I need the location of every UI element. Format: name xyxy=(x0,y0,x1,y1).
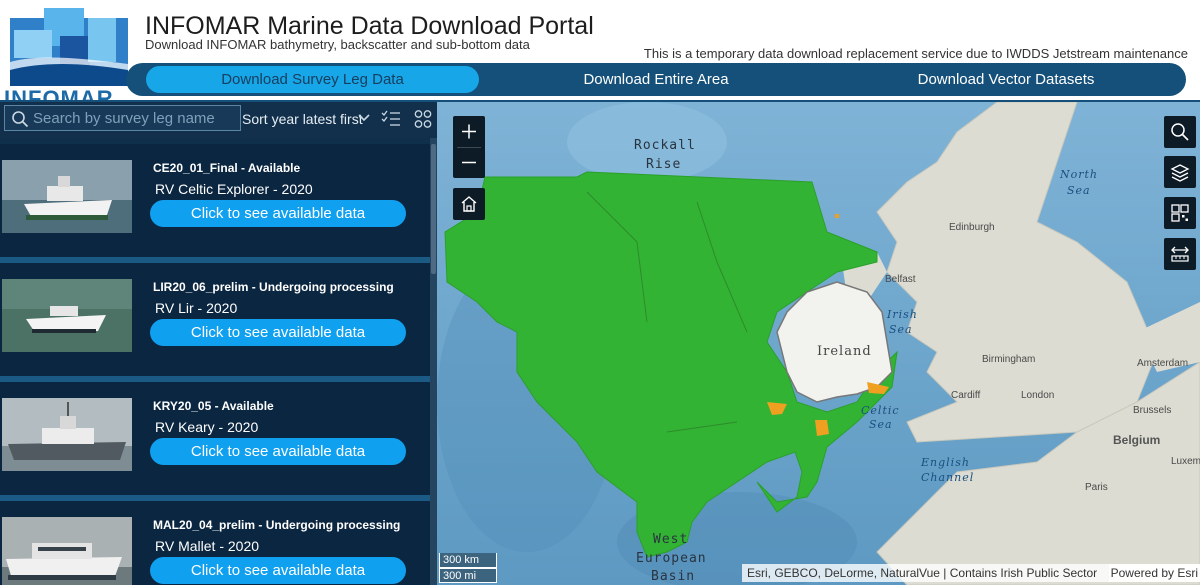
zoom-out-icon[interactable] xyxy=(453,147,485,178)
map-label-west: West xyxy=(653,532,689,547)
header: INFOMAR INFOMAR Marine Data Download Por… xyxy=(0,0,1200,102)
grid-icon[interactable] xyxy=(414,109,432,129)
map-label-paris: Paris xyxy=(1085,482,1108,493)
map-label-basin: Basin xyxy=(651,569,696,584)
maintenance-notice: This is a temporary data download replac… xyxy=(643,46,1188,61)
see-available-data-button[interactable]: Click to see available data xyxy=(150,200,406,227)
vessel-photo xyxy=(2,279,132,352)
search-input[interactable] xyxy=(33,108,238,128)
map-view[interactable]: Rockall Rise North Sea Edinburgh Belfast… xyxy=(437,102,1200,585)
map-search-button[interactable] xyxy=(1164,116,1196,148)
sort-dropdown[interactable]: Sort year latest first xyxy=(242,111,363,127)
vessel-photo xyxy=(2,517,132,585)
list-item: LIR20_06_prelim - Undergoing processing … xyxy=(0,263,430,376)
map-label-european: European xyxy=(636,551,707,566)
map-label-celtic-sea: Sea xyxy=(869,418,893,431)
layers-icon xyxy=(1170,164,1190,182)
survey-leg-panel: Sort year latest first xyxy=(0,102,437,585)
map-label-belfast: Belfast xyxy=(885,274,916,285)
list-item: MAL20_04_prelim - Undergoing processing … xyxy=(0,501,430,585)
survey-leg-title: KRY20_05 - Available xyxy=(153,399,274,413)
list-item: CE20_01_Final - Available RV Celtic Expl… xyxy=(0,144,430,257)
vessel-photo xyxy=(2,160,132,233)
vessel-photo xyxy=(2,398,132,471)
filter-list-icon[interactable] xyxy=(381,110,401,128)
home-icon xyxy=(461,196,477,212)
vessel-year: RV Lir - 2020 xyxy=(155,300,238,316)
tab-download-entire-area[interactable]: Download Entire Area xyxy=(486,66,826,93)
measure-icon xyxy=(1171,246,1189,262)
list-item: KRY20_05 - Available RV Keary - 2020 Cli… xyxy=(0,382,430,495)
map-label-irish-sea: Sea xyxy=(889,323,913,336)
see-available-data-button[interactable]: Click to see available data xyxy=(150,319,406,346)
survey-leg-list: CE20_01_Final - Available RV Celtic Expl… xyxy=(0,138,437,585)
map-label-luxembourg: Luxembo xyxy=(1171,456,1200,467)
map-label-rise: Rise xyxy=(646,157,682,172)
map-label-brussels: Brussels xyxy=(1133,405,1172,416)
map-label-belgium: Belgium xyxy=(1113,433,1161,447)
vessel-year: RV Keary - 2020 xyxy=(155,419,259,435)
zoom-in-icon[interactable] xyxy=(453,116,485,147)
scale-km: 300 km xyxy=(439,553,497,568)
vessel-year: RV Celtic Explorer - 2020 xyxy=(155,181,313,197)
map-label-cardiff: Cardiff xyxy=(951,390,981,401)
infomar-logo: INFOMAR xyxy=(0,0,130,102)
main-nav: Download Survey Leg Data Download Entire… xyxy=(126,63,1186,96)
survey-leg-title: LIR20_06_prelim - Undergoing processing xyxy=(153,280,394,294)
page-subtitle: Download INFOMAR bathymetry, backscatter… xyxy=(145,37,530,52)
layers-button[interactable] xyxy=(1164,156,1196,188)
map-label-english: English xyxy=(921,456,970,469)
search-toolbar: Sort year latest first xyxy=(0,102,437,138)
scale-bar: 300 km 300 mi xyxy=(439,553,497,583)
map-label-london: London xyxy=(1021,390,1055,401)
see-available-data-button[interactable]: Click to see available data xyxy=(150,557,406,584)
map-label-rockall: Rockall xyxy=(634,138,696,153)
map-label-channel: Channel xyxy=(921,471,975,484)
map-label-ireland: Ireland xyxy=(817,344,872,359)
list-scrollbar-thumb[interactable] xyxy=(431,144,436,274)
search-icon xyxy=(12,111,29,128)
map-label-celtic: Celtic xyxy=(861,404,900,417)
zoom-control xyxy=(453,116,485,178)
home-button[interactable] xyxy=(453,188,485,220)
chevron-down-icon[interactable] xyxy=(358,112,370,124)
basemap-gallery-button[interactable] xyxy=(1164,197,1196,229)
app-root: INFOMAR INFOMAR Marine Data Download Por… xyxy=(0,0,1200,585)
map-label-birmingham: Birmingham xyxy=(982,354,1036,365)
survey-leg-title: CE20_01_Final - Available xyxy=(153,161,301,175)
map-label-amsterdam: Amsterdam xyxy=(1137,358,1189,369)
map-attribution[interactable]: Esri, GEBCO, DeLorme, NaturalVue | Conta… xyxy=(742,564,1200,582)
map-label-edinburgh: Edinburgh xyxy=(949,222,995,233)
search-box[interactable] xyxy=(4,105,241,131)
survey-leg-title: MAL20_04_prelim - Undergoing processing xyxy=(153,518,401,532)
map-label-sea: Sea xyxy=(1067,184,1091,197)
tab-download-vector-datasets[interactable]: Download Vector Datasets xyxy=(836,66,1176,93)
powered-by-esri[interactable]: Powered by Esri xyxy=(1108,564,1200,582)
map-label-irish: Irish xyxy=(887,308,918,321)
attribution-text: Esri, GEBCO, DeLorme, NaturalVue | Conta… xyxy=(747,566,1099,580)
qr-code-icon xyxy=(1171,204,1189,222)
tab-download-survey-leg-data[interactable]: Download Survey Leg Data xyxy=(146,66,479,93)
scale-mi: 300 mi xyxy=(439,568,497,583)
search-icon xyxy=(1171,123,1189,141)
map-label-north: North xyxy=(1060,168,1099,181)
vessel-year: RV Mallet - 2020 xyxy=(155,538,260,554)
measure-button[interactable] xyxy=(1164,238,1196,270)
see-available-data-button[interactable]: Click to see available data xyxy=(150,438,406,465)
